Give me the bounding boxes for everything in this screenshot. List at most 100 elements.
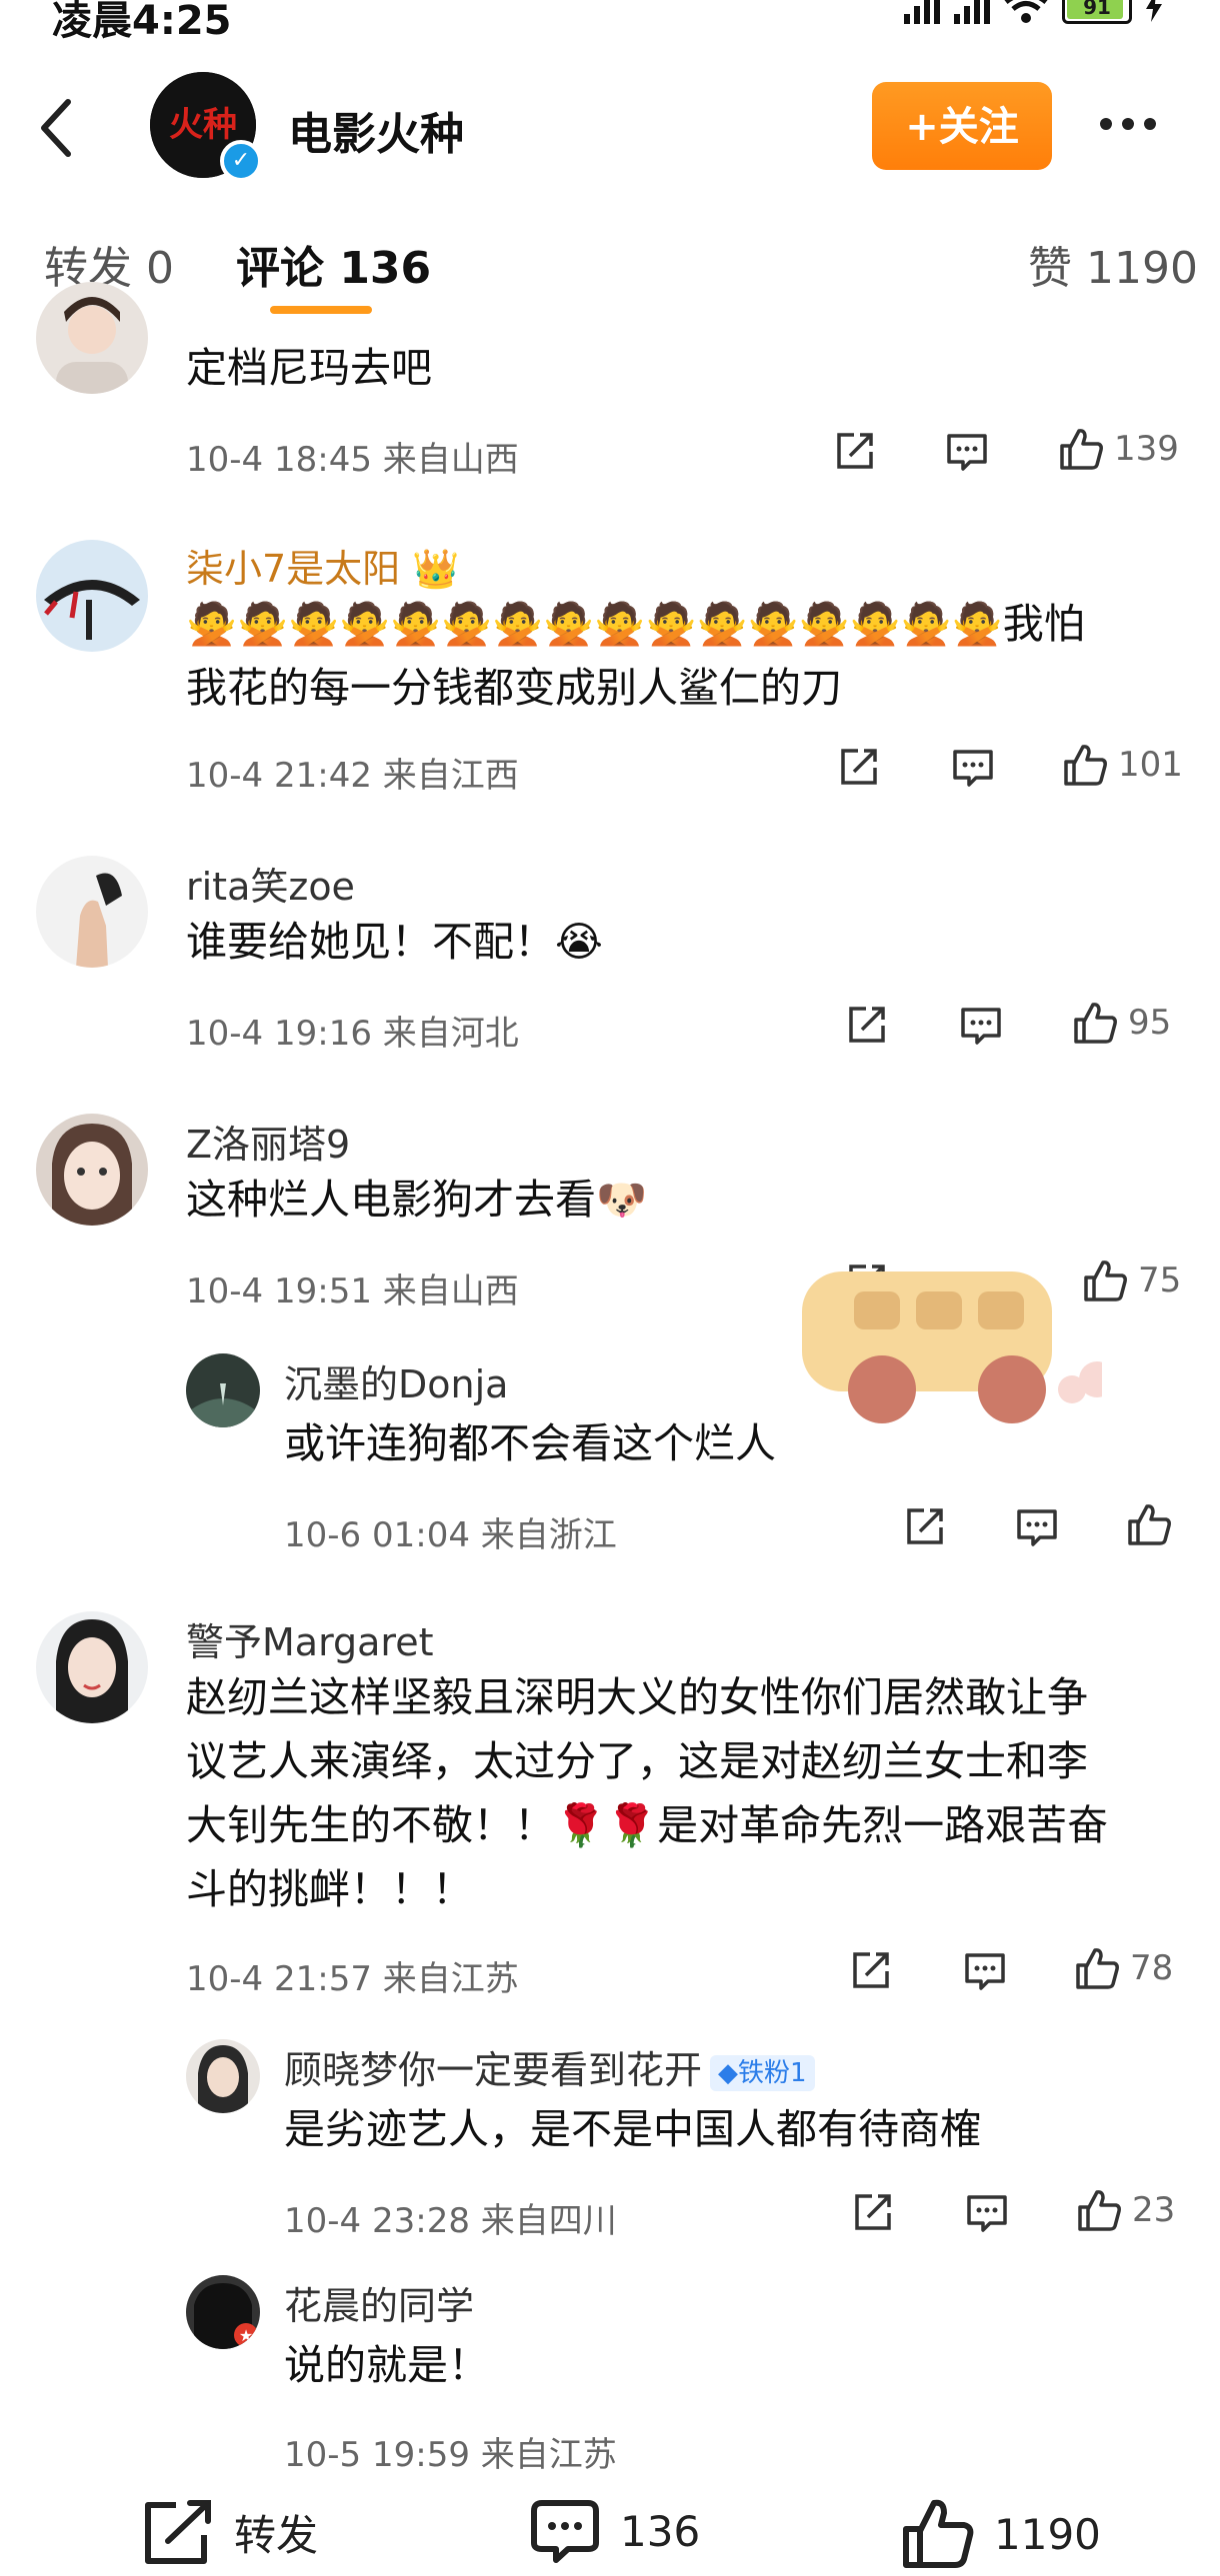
reply-text: 或许连狗都不会看这个烂人: [284, 1419, 776, 1467]
repost-button[interactable]: 转发: [140, 2497, 318, 2567]
like-button[interactable]: 101: [1062, 742, 1183, 788]
reply-avatar[interactable]: [186, 2039, 260, 2113]
commenter-name[interactable]: 警予Margaret: [186, 1611, 434, 1666]
comment-icon: [965, 1953, 1005, 1990]
reply-text: 说的就是！: [284, 2341, 489, 2389]
share-button[interactable]: [846, 1004, 888, 1046]
thumbs-up-icon: [1060, 429, 1103, 470]
like-count: 139: [1114, 429, 1179, 469]
like-count: 78: [1130, 1948, 1174, 1988]
commenter-name[interactable]: 柒小7是太阳 👑: [186, 538, 460, 593]
comment-text-line: 斗的挑衅！！！: [186, 1865, 473, 1913]
reply-username[interactable]: 沉墨的Donja: [284, 1353, 508, 1408]
reply-button[interactable]: [964, 1951, 1006, 1991]
comment-icon: [531, 2500, 599, 2563]
share-button[interactable]: [850, 1949, 892, 1991]
account-avatar[interactable]: 火种 ✓: [150, 72, 262, 182]
commenter-avatar[interactable]: [36, 856, 148, 968]
commenter-avatar[interactable]: [36, 540, 148, 652]
commenter-name[interactable]: Z洛丽塔9: [186, 1114, 350, 1169]
dot-icon: [1144, 118, 1156, 130]
comment-meta: 10-4 19:51 来自山西: [186, 1272, 519, 1311]
like-count: 23: [1132, 2190, 1176, 2230]
back-button[interactable]: [36, 98, 86, 158]
chevron-left-icon: [41, 99, 71, 157]
thumbs-up-icon: [1078, 2190, 1121, 2231]
reply-text: 是劣迹艺人，是不是中国人都有待商榷: [284, 2105, 981, 2153]
reply-button[interactable]: [1016, 1507, 1058, 1547]
charging-icon: [1146, 0, 1162, 22]
avatar-image: [36, 1114, 148, 1226]
commenter-avatar[interactable]: [36, 282, 148, 394]
reply-username[interactable]: 顾晓梦你一定要看到花开 ◆铁粉1: [284, 2039, 815, 2094]
comment-meta: 10-4 18:45 来自山西: [186, 440, 519, 480]
thumbs-up-icon: [1064, 745, 1107, 786]
commenter-name[interactable]: rita笑zoe: [186, 856, 355, 911]
status-time: 凌晨4:25: [52, 0, 232, 44]
like-count: 75: [1138, 1261, 1182, 1300]
like-count: 95: [1128, 1003, 1172, 1043]
repost-label: 转发: [234, 2510, 319, 2560]
comment-text: 这种烂人电影狗才去看🐶: [186, 1176, 648, 1224]
share-icon: [849, 1007, 885, 1043]
comment-text-line: 🙅🙅🙅🙅🙅🙅🙅🙅🙅🙅🙅🙅🙅🙅🙅🙅我怕: [186, 600, 1085, 648]
share-button[interactable]: [904, 1505, 946, 1547]
avatar-image: [36, 540, 148, 652]
share-icon: [907, 1508, 943, 1544]
comment-text-line: 我花的每一分钱都变成别人鲨仁的刀: [186, 664, 842, 712]
wifi-icon: [1004, 0, 1048, 23]
reply-button[interactable]: [946, 432, 988, 472]
reply-button[interactable]: [960, 1006, 1002, 1046]
comment-icon: [961, 1008, 1001, 1045]
follow-button[interactable]: +关注: [872, 82, 1052, 170]
avatar-image: [36, 282, 148, 394]
reply-avatar[interactable]: [186, 1353, 260, 1427]
share-button[interactable]: [838, 746, 880, 788]
thumbs-up-icon: [1074, 1003, 1117, 1044]
like-button[interactable]: 23: [1076, 2187, 1175, 2233]
comment-icon: [947, 434, 987, 471]
reply-username[interactable]: 花晨的同学: [284, 2275, 474, 2330]
comment-button[interactable]: 136: [528, 2497, 700, 2565]
signal-icon: [904, 0, 940, 24]
comment-meta: 10-4 21:42 来自江西: [186, 756, 519, 796]
account-name[interactable]: 电影火种: [288, 98, 464, 162]
svg-text:★: ★: [239, 2326, 253, 2345]
verified-badge-icon: ✓: [220, 140, 262, 182]
dot-icon: [1122, 118, 1134, 130]
fan-badge-label: 铁粉1: [738, 2057, 807, 2088]
dot-icon: [1100, 118, 1112, 130]
reply-username-text: 顾晓梦你一定要看到花开: [284, 2048, 703, 2092]
comment-text-line: 大钊先生的不敬！！🌹🌹是对革命先烈一路艰苦奋: [186, 1801, 1109, 1849]
like-button[interactable]: 95: [1072, 1000, 1171, 1046]
share-button[interactable]: [852, 2191, 894, 2233]
like-button[interactable]: [1126, 1501, 1172, 1547]
crown-icon: 👑: [412, 547, 460, 591]
like-count: 101: [1118, 745, 1183, 785]
tab-comments[interactable]: 评论 136: [236, 232, 431, 296]
like-post-button[interactable]: 1190: [900, 2497, 1101, 2571]
thumbs-up-icon: [1076, 1948, 1119, 1989]
share-icon: [841, 749, 877, 785]
reply-meta: 10-4 23:28 来自四川: [284, 2201, 617, 2241]
reply-button[interactable]: [966, 2193, 1008, 2233]
comment-meta: 10-4 19:16 来自河北: [186, 1014, 519, 1054]
thumbs-up-icon: [1128, 1504, 1171, 1545]
reply-button[interactable]: [952, 748, 994, 788]
commenter-avatar[interactable]: [36, 1114, 148, 1226]
tab-active-indicator: [270, 306, 372, 314]
commenter-avatar[interactable]: [36, 1611, 148, 1723]
tab-likes[interactable]: 赞 1190: [1028, 232, 1198, 296]
share-button[interactable]: [834, 430, 876, 472]
share-icon: [855, 2194, 891, 2230]
like-count: 1190: [994, 2509, 1101, 2559]
signal-icon-2: [954, 0, 990, 24]
like-button[interactable]: 78: [1074, 1945, 1173, 1991]
comment-count: 136: [620, 2506, 701, 2556]
fan-badge: ◆铁粉1: [710, 2054, 815, 2091]
like-button[interactable]: 139: [1058, 426, 1179, 472]
more-options-button[interactable]: [1100, 104, 1170, 144]
avatar-image: ★: [186, 2275, 260, 2349]
bus-animation-icon: [802, 1272, 1102, 1423]
reply-avatar[interactable]: ★: [186, 2275, 260, 2349]
